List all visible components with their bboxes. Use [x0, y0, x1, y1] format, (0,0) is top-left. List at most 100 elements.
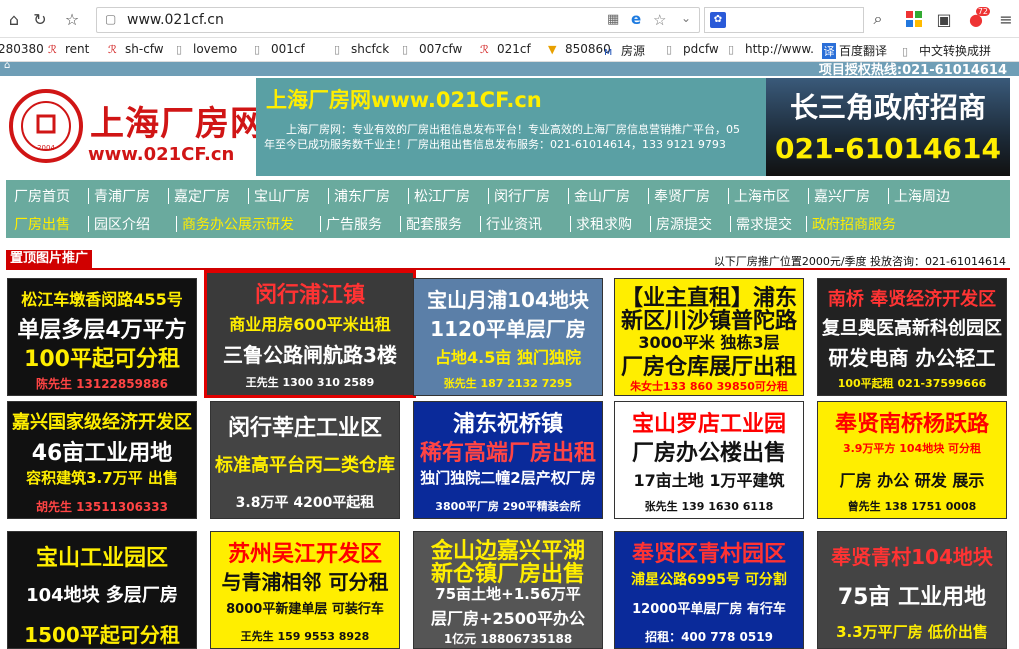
nav-item[interactable]: 上海周边	[894, 186, 950, 206]
ad-text: 奉贤青村104地块	[831, 545, 993, 569]
nav-separator	[888, 188, 889, 204]
ad-banner[interactable]: 宝山月浦104地块 1120平单层厂房 占地4.5亩 独门独院 张先生 187 213…	[413, 278, 603, 396]
reload-icon[interactable]: ↻	[30, 9, 50, 29]
apps-icon[interactable]	[904, 9, 924, 29]
bookmark-icon: ▼	[548, 43, 557, 56]
nav-item[interactable]: 奉贤厂房	[654, 186, 710, 206]
nav-item[interactable]: 求租求购	[576, 214, 632, 234]
monitor-icon[interactable]: ▣	[934, 9, 954, 29]
notification-badge: 72	[975, 7, 990, 16]
ad-text: 浦东祝桥镇	[452, 412, 563, 437]
address-bar[interactable]: ▢ www.021cf.cn ▦ e ☆ ⌄	[96, 7, 700, 33]
nav-item[interactable]: 浦东厂房	[334, 186, 390, 206]
nav-item[interactable]: 需求提交	[736, 214, 792, 234]
bookmark-item[interactable]: ▼ 850860	[548, 42, 611, 56]
ad-text: 厂房办公楼出售	[631, 441, 786, 466]
nav-item[interactable]: 松江厂房	[414, 186, 470, 206]
nav-item[interactable]: 上海市区	[734, 186, 790, 206]
ad-banner[interactable]: 【业主直租】浦东 新区川沙镇普陀路 3000平米 独栋3层 厂房仓库展厅出租 朱女士13…	[614, 278, 804, 396]
ad-banner[interactable]: 奉贤区青村园区 浦星公路6995号 可分割 12000平单层厂房 有行车 招租：400…	[614, 531, 804, 649]
logo-url: www.021CF.cn	[88, 144, 235, 165]
ad-banner[interactable]: 奉贤青村104地块 75亩 工业用地 3.3万平厂房 低价出售	[817, 531, 1007, 649]
ad-banner[interactable]: 宝山罗店工业园 厂房办公楼出售 17亩土地 1万平建筑 张先生 139 1630 61…	[614, 401, 804, 519]
home-icon[interactable]: ⌂	[4, 62, 10, 71]
star-icon[interactable]: ☆	[62, 9, 82, 29]
bookmark-item[interactable]: ▯ 中文转换成拼	[902, 42, 991, 59]
chevron-down-icon[interactable]: ⌄	[681, 11, 691, 25]
bookmark-label: 百度翻译	[839, 44, 888, 58]
bookmark-item[interactable]: ℛrent	[48, 42, 89, 56]
nav-item[interactable]: 行业资讯	[486, 214, 542, 234]
bookmark-item[interactable]: 280380	[0, 42, 44, 56]
ad-text: 1500平起可分租	[24, 623, 180, 647]
nav-item[interactable]: 金山厂房	[574, 186, 630, 206]
ie-icon[interactable]: e	[631, 10, 641, 28]
ad-text: 宝山罗店工业园	[631, 412, 786, 437]
bookmark-item[interactable]: ▯ shcfck	[334, 42, 389, 56]
ad-text: 3.8万平 4200平起租	[235, 495, 375, 511]
ad-text: 闵行浦江镇	[254, 283, 365, 308]
ad-text: 王先生 159 9553 8928	[240, 630, 370, 643]
ad-text: 宝山月浦104地块	[427, 288, 589, 312]
nav-item[interactable]: 商务办公展示研发	[182, 214, 294, 234]
bookmark-item[interactable]: ℛ 021cf	[480, 42, 531, 56]
menu-icon[interactable]: ≡	[996, 9, 1016, 29]
top-hotline: 项目授权热线:021-61014614	[818, 63, 1007, 76]
nav-separator	[488, 188, 489, 204]
nav-item[interactable]: 政府招商服务	[812, 214, 896, 234]
ad-text: 75亩 工业用地	[837, 585, 987, 610]
ad-text: 招租：400 778 0519	[645, 630, 773, 644]
ad-text: 与青浦相邻 可分租	[221, 570, 389, 594]
ad-text: 厂房仓库展厅出租	[620, 355, 797, 380]
ad-banner[interactable]: 浦东祝桥镇 稀有高端厂房出租 独门独院二幢2层产权厂房 3800平厂房 290平精装会…	[413, 401, 603, 519]
ad-banner[interactable]: 奉贤南桥杨跃路 3.9万平方 104地块 可分租 厂房 办公 研发 展示 曾先生 13…	[817, 401, 1007, 519]
nav-item[interactable]: 嘉定厂房	[174, 186, 230, 206]
bookmark-item[interactable]: ▯ pdcfw	[666, 42, 719, 56]
bookmark-item[interactable]: ᴍ 房源	[604, 42, 645, 59]
ad-text: 苏州吴江开发区	[227, 542, 382, 567]
nav-item[interactable]: 厂房首页	[14, 186, 70, 206]
notification-icon[interactable]: ● 72	[966, 7, 990, 29]
address-url[interactable]: www.021cf.cn	[127, 12, 224, 28]
bookmark-icon: ℛ	[48, 43, 57, 56]
page-icon: ▯	[666, 43, 673, 56]
site-header: 2004 上海厂房网 www.021CF.cn 上海厂房网www.021CF.c…	[0, 76, 1010, 178]
ad-banner[interactable]: 南桥 奉贤经济开发区 复旦奥医高新科创园区 研发电商 办公轻工 100平起租 021-…	[817, 278, 1007, 396]
ad-text: 12000平单层厂房 有行车	[632, 602, 786, 617]
page-icon: ▢	[105, 12, 117, 26]
nav-item[interactable]: 广告服务	[326, 214, 382, 234]
bookmark-item[interactable]: ℛsh-cfw	[108, 42, 164, 56]
ad-banner[interactable]: 嘉兴国家级经济开发区 46亩工业用地 容积建筑3.7万平 出售 胡先生 1351130…	[7, 401, 197, 519]
ad-banner[interactable]: 金山边嘉兴平湖 新仓镇厂房出售 75亩土地+1.56万平 层厂房+2500平办公 1亿元…	[413, 531, 603, 649]
logo[interactable]: 2004 上海厂房网 www.021CF.cn	[6, 78, 264, 176]
nav-separator	[400, 216, 401, 232]
ad-banner[interactable]: 闵行浦江镇 商业用房600平米出租 三鲁公路闸航路3楼 王先生 1300 310 25…	[204, 270, 416, 398]
ad-banner[interactable]: 宝山工业园区 104地块 多层厂房 1500平起可分租	[7, 531, 197, 649]
home-icon[interactable]: ⌂	[4, 9, 24, 29]
promo-banner[interactable]: 长三角政府招商 021-61014614	[766, 78, 1010, 176]
bookmark-label: shcfck	[351, 42, 390, 56]
bookmark-item[interactable]: ▯ 007cfw	[402, 42, 462, 56]
bookmark-item[interactable]: ▯ 001cf	[254, 42, 305, 56]
search-input[interactable]: ✿	[704, 7, 864, 33]
nav-item[interactable]: 青浦厂房	[94, 186, 150, 206]
bookmark-item[interactable]: ▯ lovemo	[176, 42, 237, 56]
site-top-strip: ⌂ 项目授权热线:021-61014614	[0, 62, 1019, 76]
nav-item[interactable]: 配套服务	[406, 214, 462, 234]
bookmark-item[interactable]: ▯ http://www.	[728, 42, 814, 56]
nav-item[interactable]: 闵行厂房	[494, 186, 550, 206]
nav-item[interactable]: 园区介绍	[94, 214, 150, 234]
favorite-icon[interactable]: ☆	[653, 11, 666, 29]
nav-item[interactable]: 嘉兴厂房	[814, 186, 870, 206]
ad-text: 100平起租 021-37599666	[837, 377, 987, 390]
search-icon[interactable]: ⌕	[868, 9, 888, 29]
bookmark-item[interactable]: 译百度翻译	[822, 42, 887, 59]
ad-text: 松江车墩香闵路455号	[21, 290, 183, 309]
ad-banner[interactable]: 松江车墩香闵路455号 单层多层4万平方 100平起可分租 陈先生 131228598…	[7, 278, 197, 396]
ad-banner[interactable]: 苏州吴江开发区 与青浦相邻 可分租 8000平新建单层 可装行车 王先生 159 95…	[210, 531, 400, 649]
nav-item[interactable]: 厂房出售	[14, 214, 70, 234]
nav-item[interactable]: 房源提交	[656, 214, 712, 234]
qr-icon[interactable]: ▦	[607, 12, 619, 27]
nav-item[interactable]: 宝山厂房	[254, 186, 310, 206]
ad-banner[interactable]: 闵行莘庄工业区 标准高平台丙二类仓库 3.8万平 4200平起租	[210, 401, 400, 519]
